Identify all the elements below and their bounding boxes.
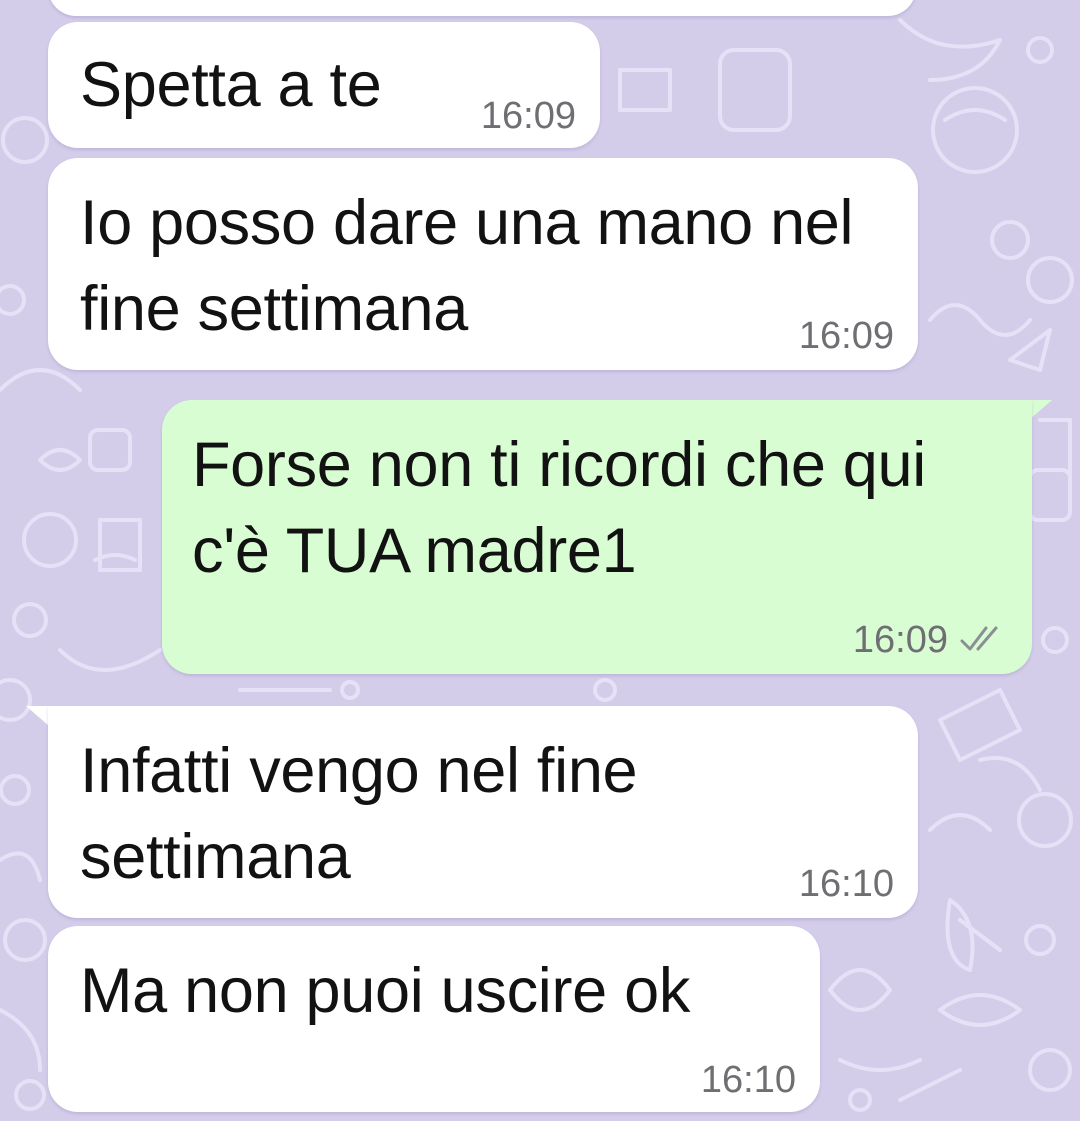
message-bubble-incoming[interactable]: Infatti vengo nel fine settimana 16:10 xyxy=(48,706,918,918)
message-text: Io posso dare una mano nel fine settiman… xyxy=(80,188,871,344)
message-text: Spetta a te xyxy=(80,50,382,120)
message-time: 16:09 xyxy=(852,619,948,661)
chat-background: Spetta a te 16:09 Io posso dare una mano… xyxy=(0,0,1080,1121)
message-time: 16:10 xyxy=(798,863,894,905)
message-bubble-incoming[interactable]: Spetta a te 16:09 xyxy=(48,22,600,148)
message-time: 16:09 xyxy=(798,315,894,357)
message-time: 16:10 xyxy=(700,1059,796,1101)
message-text: Forse non ti ricordi che qui c'è TUA mad… xyxy=(192,430,944,586)
double-check-icon xyxy=(960,626,998,651)
previous-message-bubble[interactable] xyxy=(48,0,916,16)
message-text: Infatti vengo nel fine settimana xyxy=(80,736,655,892)
message-bubble-incoming[interactable]: Ma non puoi uscire ok 16:10 xyxy=(48,926,820,1112)
message-time: 16:09 xyxy=(480,95,576,137)
message-bubble-outgoing[interactable]: Forse non ti ricordi che qui c'è TUA mad… xyxy=(162,400,1032,674)
message-text: Ma non puoi uscire ok xyxy=(80,956,691,1026)
message-bubble-incoming[interactable]: Io posso dare una mano nel fine settiman… xyxy=(48,158,918,370)
